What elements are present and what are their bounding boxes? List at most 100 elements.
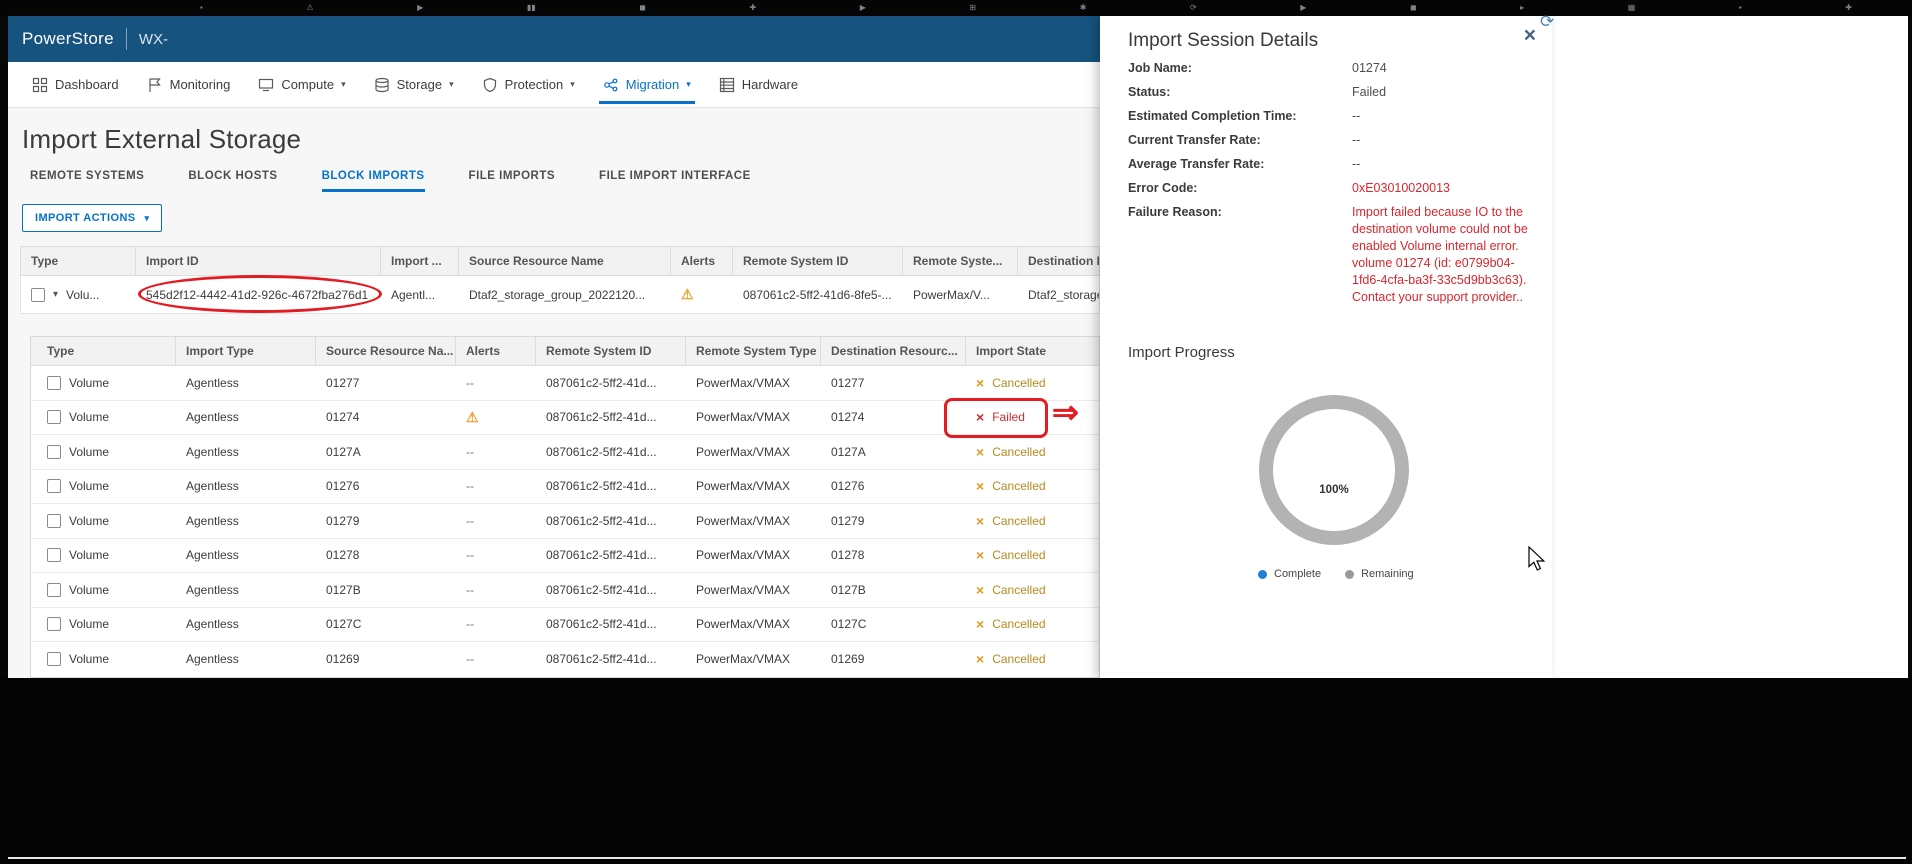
- cell-type: Volume: [31, 513, 176, 528]
- dashboard-icon: [32, 77, 48, 93]
- column-header[interactable]: Remote System ID: [733, 247, 903, 275]
- top-strip-icon: ▶: [859, 3, 866, 12]
- destination-value: Dtaf2_storage_...: [1028, 287, 1099, 302]
- nav-item-hardware[interactable]: Hardware: [705, 62, 812, 107]
- checkbox[interactable]: [47, 617, 61, 632]
- column-header[interactable]: Remote System Type: [686, 337, 821, 365]
- cell-import-state: × Cancelled: [966, 617, 1099, 631]
- cell-type: Volume: [31, 548, 176, 563]
- cell-import-type: Agentless: [176, 652, 316, 666]
- field-value: 01274: [1352, 61, 1387, 75]
- import-actions-button[interactable]: IMPORT ACTIONS ▾: [22, 204, 163, 232]
- column-header[interactable]: Alerts: [671, 247, 733, 275]
- nav-item-protection[interactable]: Protection ▾: [468, 62, 589, 107]
- column-header[interactable]: Remote Syste...: [903, 247, 1018, 275]
- tab-block-hosts[interactable]: BLOCK HOSTS: [188, 170, 277, 192]
- volume-label: Volume: [69, 548, 110, 563]
- checkbox[interactable]: [47, 652, 61, 667]
- checkbox[interactable]: [31, 287, 45, 302]
- import-type-value: Agentless: [186, 410, 239, 425]
- import-session-details-panel: Import Session Details × Job Name: 01274 S…: [1100, 16, 1552, 678]
- top-strip-icon: ▶: [1300, 3, 1307, 12]
- table-row[interactable]: Volume Agentless 01276 -- 087061c2-5ff2-41d.…: [31, 469, 1099, 504]
- checkbox[interactable]: [47, 582, 61, 597]
- cell-import-type: Agentless: [176, 410, 316, 424]
- table-row[interactable]: Volume Agentless 01277 -- 087061c2-5ff2-41d.…: [31, 366, 1099, 401]
- page-title: Import External Storage: [22, 124, 302, 154]
- nav-item-migration[interactable]: Migration ▾: [589, 62, 705, 107]
- checkbox[interactable]: [47, 548, 61, 563]
- column-header[interactable]: Source Resource Na...: [316, 337, 456, 365]
- table-row[interactable]: Volume Agentless 0127A -- 087061c2-5ff2-41d.…: [31, 435, 1099, 470]
- table-row[interactable]: Volume Agentless 01279 -- 087061c2-5ff2-41d.…: [31, 504, 1099, 539]
- column-header[interactable]: Alerts: [456, 337, 536, 365]
- column-header[interactable]: Import State: [966, 337, 1099, 365]
- cell-source: 01279: [316, 514, 456, 528]
- remote-type-value: PowerMax/VMAX: [696, 513, 791, 528]
- table-row[interactable]: Volume Agentless 01274 ⚠ 087061c2-5ff2-41d..…: [31, 400, 1099, 435]
- detail-field: Job Name: 01274: [1128, 60, 1530, 77]
- cell-source: 0127B: [316, 583, 456, 597]
- nav-item-compute[interactable]: Compute ▾: [244, 62, 359, 107]
- checkbox[interactable]: [47, 479, 61, 494]
- column-header[interactable]: Destination Resourc...: [821, 337, 966, 365]
- column-header[interactable]: Source Resource Name: [459, 247, 671, 275]
- checkbox[interactable]: [47, 444, 61, 459]
- cell-import-state: × Cancelled: [966, 479, 1099, 493]
- cell-import-state: × Cancelled: [966, 652, 1099, 666]
- cell-alerts: --: [456, 514, 536, 528]
- table-row[interactable]: Volume Agentless 0127C -- 087061c2-5ff2-41d.…: [31, 607, 1099, 642]
- cell-source: 01277: [316, 376, 456, 390]
- remote-id-value: 087061c2-5ff2-41d...: [546, 652, 657, 667]
- tab-file-imports[interactable]: FILE IMPORTS: [469, 170, 556, 192]
- nav-item-storage[interactable]: Storage ▾: [360, 62, 468, 107]
- progress-donut: 100%: [1259, 395, 1409, 545]
- tab-remote-systems[interactable]: REMOTE SYSTEMS: [30, 170, 144, 192]
- nav-item-dashboard[interactable]: Dashboard: [18, 62, 133, 107]
- child-table-body: Volume Agentless 01277 -- 087061c2-5ff2-41d.…: [31, 366, 1099, 677]
- cell-type: Volume: [31, 479, 176, 494]
- field-label: Error Code:: [1128, 181, 1198, 195]
- chevron-expand-icon[interactable]: ▾: [53, 289, 58, 300]
- parent-table-row[interactable]: ▾ Volu... 545d2f12-4442-41d2-926c-4672fb…: [20, 276, 1100, 314]
- checkbox[interactable]: [47, 410, 61, 425]
- compute-icon: [258, 77, 274, 93]
- column-header[interactable]: Import ...: [381, 247, 459, 275]
- x-icon: ×: [976, 410, 985, 425]
- nav-label: Compute: [281, 77, 335, 92]
- table-row[interactable]: Volume Agentless 0127B -- 087061c2-5ff2-41d.…: [31, 573, 1099, 608]
- state-label: Failed: [992, 410, 1025, 425]
- volume-label: Volume: [69, 479, 110, 494]
- column-header[interactable]: Import Type: [176, 337, 316, 365]
- chevron-down-icon: ▾: [449, 79, 454, 89]
- cell-remote-id: 087061c2-5ff2-41d...: [536, 445, 686, 459]
- tab-bar: REMOTE SYSTEMS BLOCK HOSTS BLOCK IMPORTS FI…: [30, 170, 751, 192]
- top-strip-icon: ⟳: [1189, 3, 1197, 12]
- cell-source: 0127C: [316, 617, 456, 631]
- state-label: Cancelled: [992, 375, 1046, 390]
- remote-id-value: 087061c2-5ff2-41d...: [546, 444, 657, 459]
- warning-icon: ⚠: [681, 286, 694, 302]
- no-alerts-value: --: [466, 375, 474, 390]
- cell-source: 01278: [316, 548, 456, 562]
- column-header[interactable]: Type: [21, 247, 136, 275]
- checkbox[interactable]: [47, 513, 61, 528]
- tab-block-imports[interactable]: BLOCK IMPORTS: [321, 170, 425, 192]
- checkbox[interactable]: [47, 375, 61, 390]
- destination-value: 0127A: [831, 444, 866, 459]
- cell-type: Volume: [31, 375, 176, 390]
- column-header[interactable]: Import ID: [136, 247, 381, 275]
- no-alerts-value: --: [466, 652, 474, 667]
- table-row[interactable]: Volume Agentless 01269 -- 087061c2-5ff2-41d.…: [31, 642, 1099, 677]
- cell-alerts: --: [456, 479, 536, 493]
- column-header[interactable]: Type: [31, 337, 176, 365]
- table-row[interactable]: Volume Agentless 01278 -- 087061c2-5ff2-41d.…: [31, 538, 1099, 573]
- column-header[interactable]: Destination Res...: [1018, 247, 1099, 275]
- tab-file-import-interface[interactable]: FILE IMPORT INTERFACE: [599, 170, 751, 192]
- column-header[interactable]: Remote System ID: [536, 337, 686, 365]
- cell-remote-type: PowerMax/VMAX: [686, 583, 821, 597]
- page-background: [1552, 16, 1908, 678]
- nav-item-monitoring[interactable]: Monitoring: [133, 62, 245, 107]
- cell-alerts: --: [456, 548, 536, 562]
- close-icon[interactable]: ×: [1524, 25, 1536, 46]
